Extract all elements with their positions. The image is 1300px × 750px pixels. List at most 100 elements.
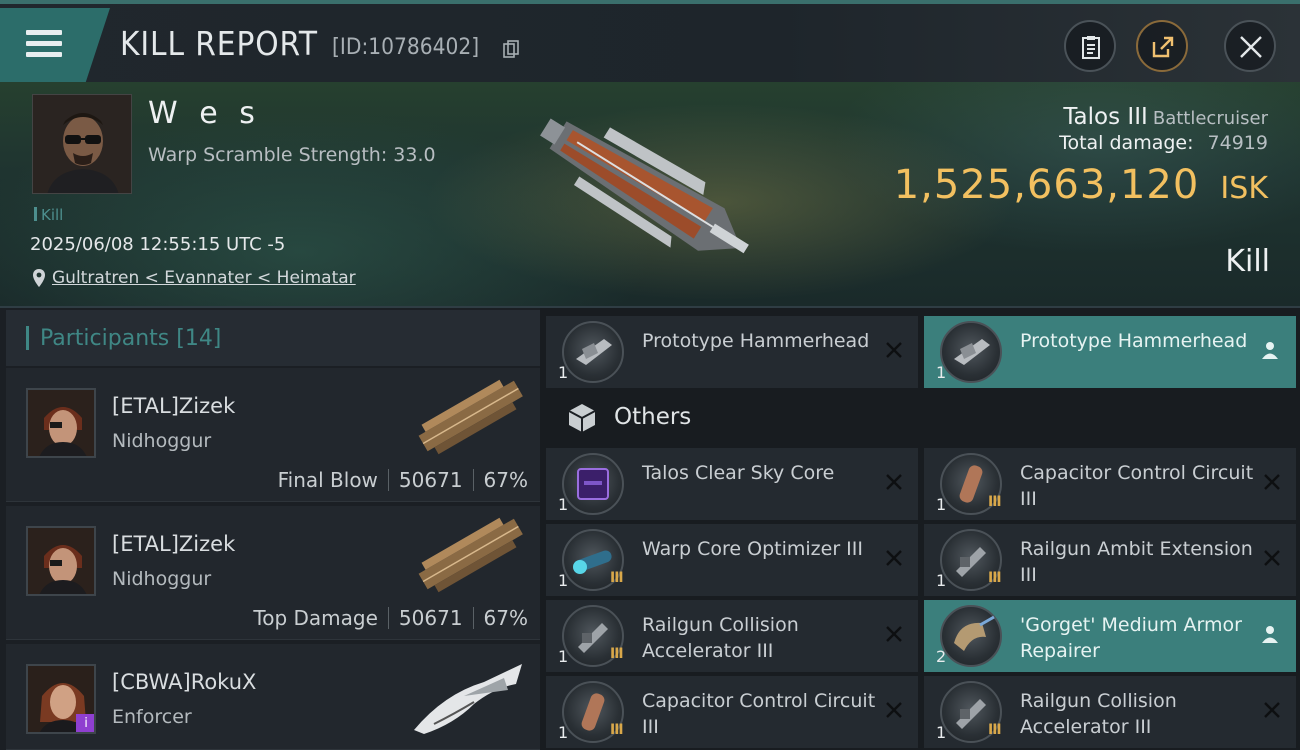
destroyed-icon — [886, 342, 902, 358]
participant-name[interactable]: [ETAL]Zizek — [112, 394, 235, 418]
destroyed-icon — [886, 550, 902, 566]
item-cell[interactable]: 1 III Railgun Ambit Extension III — [924, 524, 1296, 596]
destroyed-icon — [886, 626, 902, 642]
participant-stats: Final Blow 50671 67% — [278, 468, 528, 492]
destroyed-icon — [886, 702, 902, 718]
participant-badge: i — [76, 714, 94, 732]
clipboard-icon — [1082, 36, 1100, 59]
item-qty: 1 — [936, 571, 947, 590]
close-button[interactable] — [1224, 20, 1276, 72]
participant-avatar: i — [26, 664, 96, 734]
participant-damage: 50671 — [398, 468, 463, 492]
participants-label: Participants — [40, 326, 170, 351]
item-qty: 1 — [936, 363, 947, 382]
participants-panel: Participants [14] [ETAL]Zizek Nidhoggur — [0, 308, 540, 750]
item-qty: 1 — [558, 723, 569, 742]
result-label: Kill — [1225, 244, 1270, 279]
item-cell[interactable]: 2 'Gorget' Medium Armor Repairer — [924, 600, 1296, 672]
participant-row[interactable]: [ETAL]Zizek Nidhoggur Final Blow 50671 67% — [6, 368, 540, 502]
item-cell[interactable]: 1 III Railgun Collision Accelerator III — [924, 676, 1296, 748]
tier-badge: III — [988, 722, 1002, 738]
item-name: Warp Core Optimizer III — [642, 538, 863, 560]
item-qty: 1 — [558, 495, 569, 514]
isk-unit: ISK — [1220, 171, 1268, 206]
close-icon — [1240, 36, 1262, 58]
others-label: Others — [614, 404, 692, 430]
location-link[interactable]: Gultratren < Evannater < Heimatar — [52, 268, 356, 288]
item-qty: 1 — [936, 495, 947, 514]
kill-datetime: 2025/06/08 12:55:15 UTC -5 — [30, 234, 286, 255]
participant-avatar — [26, 388, 96, 458]
participant-percent: 67% — [483, 468, 528, 492]
item-cell[interactable]: 1 III Capacitor Control Circuit III — [924, 448, 1296, 520]
participant-ship-image — [418, 379, 523, 455]
share-button[interactable] — [1136, 20, 1188, 72]
item-name: Railgun Ambit Extension III — [1020, 538, 1253, 586]
item-name: Railgun Collision Accelerator III — [1020, 690, 1177, 738]
item-qty: 1 — [558, 571, 569, 590]
participant-ship-image — [418, 517, 523, 593]
item-cell[interactable]: 1 Talos Clear Sky Core — [546, 448, 918, 520]
hamburger-icon — [26, 30, 62, 35]
others-header: Others — [546, 390, 1300, 446]
victim-hero: W e s Warp Scramble Strength: 33.0 Kill … — [0, 82, 1300, 308]
ship-summary: Talos III Battlecruiser Total damage: 74… — [894, 104, 1268, 208]
participant-damage: 50671 — [398, 606, 463, 630]
victim-name[interactable]: W e s — [148, 96, 261, 131]
victim-ship-image — [540, 118, 749, 254]
drone-icon — [562, 321, 624, 383]
item-cell[interactable]: 1 III Capacitor Control Circuit III — [546, 676, 918, 748]
warp-scramble-strength: Warp Scramble Strength: 33.0 — [148, 144, 436, 166]
item-name: Railgun Collision Accelerator III — [642, 614, 799, 662]
hamburger-icon-line — [26, 52, 62, 57]
item-name: Prototype Hammerhead — [1020, 330, 1248, 352]
page-title: KILL REPORT — [120, 24, 318, 63]
armor-repairer-icon — [940, 605, 1002, 667]
item-cell[interactable]: 1 Prototype Hammerhead — [546, 316, 918, 388]
ship-class: Battlecruiser — [1152, 108, 1268, 129]
cube-icon — [568, 404, 596, 432]
menu-button[interactable] — [0, 8, 110, 82]
participant-row[interactable]: i [CBWA]RokuX Enforcer — [6, 644, 540, 750]
participant-name[interactable]: [ETAL]Zizek — [112, 532, 235, 556]
person-icon — [1262, 342, 1278, 359]
participant-avatar — [26, 526, 96, 596]
core-icon — [562, 453, 624, 515]
total-damage-value: 74919 — [1207, 132, 1268, 154]
destroyed-icon — [1264, 702, 1280, 718]
item-cell[interactable]: 1 III Warp Core Optimizer III — [546, 524, 918, 596]
participants-count: [14] — [176, 326, 222, 351]
participant-ship: Nidhoggur — [112, 430, 212, 452]
hamburger-icon-line — [26, 41, 62, 46]
tier-badge: III — [610, 646, 624, 662]
clipboard-button[interactable] — [1064, 20, 1116, 72]
participant-row[interactable]: [ETAL]Zizek Nidhoggur Top Damage 50671 67% — [6, 506, 540, 640]
items-panel: 1 Prototype Hammerhead 1 Prototype Hamme… — [540, 308, 1300, 750]
item-cell[interactable]: 1 III Railgun Collision Accelerator III — [546, 600, 918, 672]
destroyed-icon — [1264, 550, 1280, 566]
participant-ship: Enforcer — [112, 706, 192, 728]
participant-role: Top Damage — [253, 606, 378, 630]
participant-name[interactable]: [CBWA]RokuX — [112, 670, 256, 694]
portrait-image — [28, 390, 94, 456]
item-cell[interactable]: 1 Prototype Hammerhead — [924, 316, 1296, 388]
top-bar: KILL REPORT [ID:10786402] — [0, 0, 1300, 82]
participant-percent: 67% — [483, 606, 528, 630]
victim-avatar[interactable] — [32, 94, 132, 194]
item-name: Capacitor Control Circuit III — [642, 690, 876, 738]
share-icon — [1152, 36, 1174, 58]
item-qty: 2 — [936, 647, 947, 666]
portrait-image — [33, 95, 131, 193]
drone-icon — [940, 321, 1002, 383]
item-qty: 1 — [558, 363, 569, 382]
participant-role: Final Blow — [277, 468, 378, 492]
item-name: Talos Clear Sky Core — [642, 462, 835, 484]
destroyed-icon — [886, 474, 902, 490]
tier-badge: III — [988, 570, 1002, 586]
ship-name[interactable]: Talos III — [1063, 104, 1147, 130]
kill-tag: Kill — [34, 206, 63, 224]
copy-icon[interactable] — [503, 40, 519, 58]
item-qty: 1 — [936, 723, 947, 742]
participant-stats: Top Damage 50671 67% — [253, 606, 528, 630]
isk-value: 1,525,663,120 — [893, 162, 1200, 208]
